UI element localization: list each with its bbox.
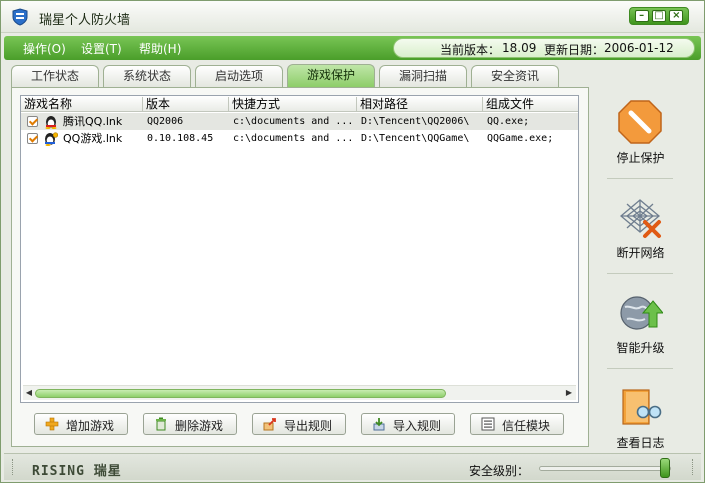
import-rules-label: 导入规则 — [393, 419, 442, 433]
plus-icon — [45, 417, 59, 431]
tab-game-protection[interactable]: 游戏保护 — [287, 64, 375, 88]
game-protection-panel: 游戏名称 版本 快捷方式 相对路径 组成文件 腾讯QQ.lnk QQ2006 c… — [11, 87, 589, 447]
close-button[interactable]: × — [669, 10, 684, 22]
update-date-value: 2006-01-12 — [604, 41, 674, 55]
side-divider — [607, 273, 673, 274]
version-panel: 当前版本： 18.09 更新日期： 2006-01-12 — [393, 38, 695, 58]
column-shortcut[interactable]: 快捷方式 — [229, 97, 357, 112]
game-list: 游戏名称 版本 快捷方式 相对路径 组成文件 腾讯QQ.lnk QQ2006 c… — [20, 95, 579, 403]
list-icon — [481, 417, 495, 431]
column-files[interactable]: 组成文件 — [483, 97, 578, 112]
maximize-button[interactable]: □ — [651, 10, 666, 22]
column-relative-path[interactable]: 相对路径 — [357, 97, 483, 112]
export-rules-label: 导出规则 — [284, 419, 333, 433]
version-value: 18.09 — [502, 41, 537, 55]
export-rules-button[interactable]: 导出规则 — [252, 413, 346, 435]
app-title: 瑞星个人防火墙 — [39, 13, 131, 28]
tab-system-status[interactable]: 系统状态 — [103, 65, 191, 87]
security-level-slider[interactable] — [539, 458, 671, 478]
disconnect-network-label: 断开网络 — [616, 246, 665, 260]
add-game-button[interactable]: 增加游戏 — [34, 413, 128, 435]
disconnect-icon — [619, 199, 661, 238]
tab-security-news[interactable]: 安全资讯 — [471, 65, 559, 87]
stop-protection-button[interactable]: 停止保护 — [593, 87, 688, 177]
log-icon — [622, 389, 662, 425]
game-files: QQGame.exe; — [487, 133, 554, 144]
firewall-window: 瑞星个人防火墙 – □ × 操作(O) 设置(T) 帮助(H) 当前版本： 18… — [0, 0, 705, 483]
shield-icon — [12, 8, 28, 26]
menu-help[interactable]: 帮助(H) — [139, 40, 181, 57]
horizontal-scrollbar[interactable]: ◀ ▶ — [23, 385, 576, 400]
game-checkbox[interactable] — [27, 116, 38, 127]
import-rules-button[interactable]: 导入规则 — [361, 413, 455, 435]
grip-handle — [692, 459, 694, 475]
stop-protection-label: 停止保护 — [616, 151, 665, 165]
table-row[interactable]: 腾讯QQ.lnk QQ2006 c:\documents and ... D:\… — [21, 113, 578, 130]
import-icon — [373, 418, 385, 431]
delete-game-button[interactable]: 删除游戏 — [143, 413, 237, 435]
title-bar[interactable]: 瑞星个人防火墙 – □ × — [1, 1, 704, 33]
side-divider — [607, 368, 673, 369]
game-checkbox[interactable] — [27, 133, 38, 144]
minimize-button[interactable]: – — [634, 10, 649, 22]
quick-actions-panel: 停止保护 断开网络 智能升级 查看日志 — [593, 87, 688, 450]
rising-logo: RISING 瑞星 — [32, 464, 122, 479]
scroll-left-icon[interactable]: ◀ — [24, 388, 34, 398]
tab-work-status[interactable]: 工作状态 — [11, 65, 99, 87]
status-bar: RISING 瑞星 安全级别： — [4, 453, 701, 480]
delete-game-label: 删除游戏 — [175, 419, 224, 433]
qq-game-icon — [45, 132, 58, 146]
game-files: QQ.exe; — [487, 116, 530, 127]
menu-settings[interactable]: 设置(T) — [81, 40, 122, 57]
list-header: 游戏名称 版本 快捷方式 相对路径 组成文件 — [21, 96, 578, 112]
trash-icon — [156, 417, 166, 431]
tab-startup-options[interactable]: 启动选项 — [195, 65, 283, 87]
game-shortcut: c:\documents and ... — [233, 133, 354, 144]
game-path: D:\Tencent\QQGame\ — [361, 133, 470, 144]
smart-upgrade-button[interactable]: 智能升级 — [593, 277, 688, 367]
disconnect-network-button[interactable]: 断开网络 — [593, 182, 688, 272]
version-label: 当前版本： — [440, 43, 501, 57]
trust-module-label: 信任模块 — [502, 419, 551, 433]
side-divider — [607, 178, 673, 179]
window-controls: – □ × — [629, 7, 689, 25]
game-shortcut: c:\documents and ... — [233, 116, 354, 127]
security-level-handle[interactable] — [660, 458, 670, 478]
add-game-label: 增加游戏 — [66, 419, 115, 433]
game-version: 0.10.108.45 — [147, 133, 214, 144]
view-log-button[interactable]: 查看日志 — [593, 372, 688, 462]
tab-strip: 工作状态 系统状态 启动选项 游戏保护 漏洞扫描 安全资讯 — [11, 64, 571, 88]
menu-bar: 操作(O) 设置(T) 帮助(H) 当前版本： 18.09 更新日期： 2006… — [4, 36, 701, 60]
game-name: QQ游戏.lnk — [63, 132, 123, 145]
smart-upgrade-label: 智能升级 — [616, 341, 665, 355]
qq-penguin-icon — [45, 116, 57, 129]
export-icon — [263, 418, 276, 431]
table-row[interactable]: QQ游戏.lnk 0.10.108.45 c:\documents and ..… — [21, 130, 578, 147]
trust-module-button[interactable]: 信任模块 — [470, 413, 564, 435]
grip-handle — [12, 459, 14, 475]
scroll-thumb[interactable] — [35, 389, 446, 398]
menu-operate[interactable]: 操作(O) — [23, 40, 66, 57]
game-name: 腾讯QQ.lnk — [63, 115, 123, 128]
scroll-right-icon[interactable]: ▶ — [564, 388, 574, 398]
tab-vulnerability-scan[interactable]: 漏洞扫描 — [379, 65, 467, 87]
stop-icon — [618, 100, 662, 144]
view-log-label: 查看日志 — [616, 436, 665, 450]
game-path: D:\Tencent\QQ2006\ — [361, 116, 470, 127]
upgrade-icon — [620, 296, 663, 330]
game-version: QQ2006 — [147, 116, 184, 127]
update-date-label: 更新日期： — [544, 43, 605, 57]
column-version[interactable]: 版本 — [143, 97, 229, 112]
column-game-name[interactable]: 游戏名称 — [21, 97, 143, 112]
security-level-label: 安全级别： — [469, 464, 530, 478]
